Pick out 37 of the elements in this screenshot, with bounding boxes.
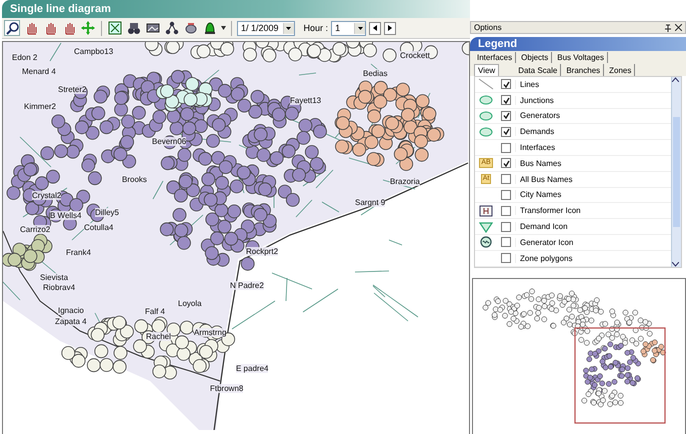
bus-name-label: Bevern06	[152, 137, 186, 146]
bus-name-label: Brazoria	[390, 177, 420, 186]
bus-name-label: Riobrav4	[43, 283, 76, 292]
bus-name-label: Campbo13	[74, 47, 114, 56]
bus-name-label: Frank4	[66, 248, 91, 257]
bus-name-label: Ftbrown8	[210, 384, 244, 393]
bus-name-label: Brooks	[122, 175, 147, 184]
options-title: Options	[474, 23, 502, 32]
bus-name-label: Rockprt2	[246, 247, 278, 256]
hour-label: Hour :	[304, 23, 328, 33]
bus-name-label: Kimmer2	[24, 102, 56, 111]
bus-name-label: Falf 4	[145, 307, 166, 316]
bus-name-label: Dilley5	[95, 208, 120, 217]
bus-name-label: Crockett	[400, 51, 430, 60]
bus-name-label: Armstrng	[194, 328, 226, 337]
bus-name-label: Carrizo2	[20, 225, 50, 234]
bus-name-label: Crystal2	[32, 191, 62, 200]
bus-name-label: Edon 2	[12, 53, 38, 62]
bus-name-label: Loyola	[178, 299, 202, 308]
window-title: Single line diagram	[2, 0, 470, 18]
tab[interactable]: View	[474, 64, 500, 76]
bus-name-label: Zapata 4	[55, 317, 87, 326]
date-picker[interactable]: 1/ 1/2009	[237, 20, 295, 36]
bus-name-label: Sievista	[40, 273, 68, 282]
bus-name-label: Sargnt 9	[355, 198, 386, 207]
bus-name-label: B Wells4	[50, 211, 82, 220]
bus-name-label: Ignacio	[58, 306, 84, 315]
bus-name-label: Streter2	[58, 85, 86, 94]
hour-dropdown[interactable]: 1	[331, 20, 366, 36]
bus-name-label: E padre4	[236, 364, 268, 373]
bus-name-label: Bedias	[363, 69, 388, 78]
bus-name-label: Menard 4	[22, 67, 56, 76]
bus-name-label: Cotulla4	[84, 223, 114, 232]
bus-name-label: N Padre2	[230, 281, 264, 290]
bus-name-label: Fayett13	[290, 96, 322, 105]
bus-name-label: Rachel	[146, 332, 171, 341]
legend-header: Legend	[470, 37, 686, 51]
